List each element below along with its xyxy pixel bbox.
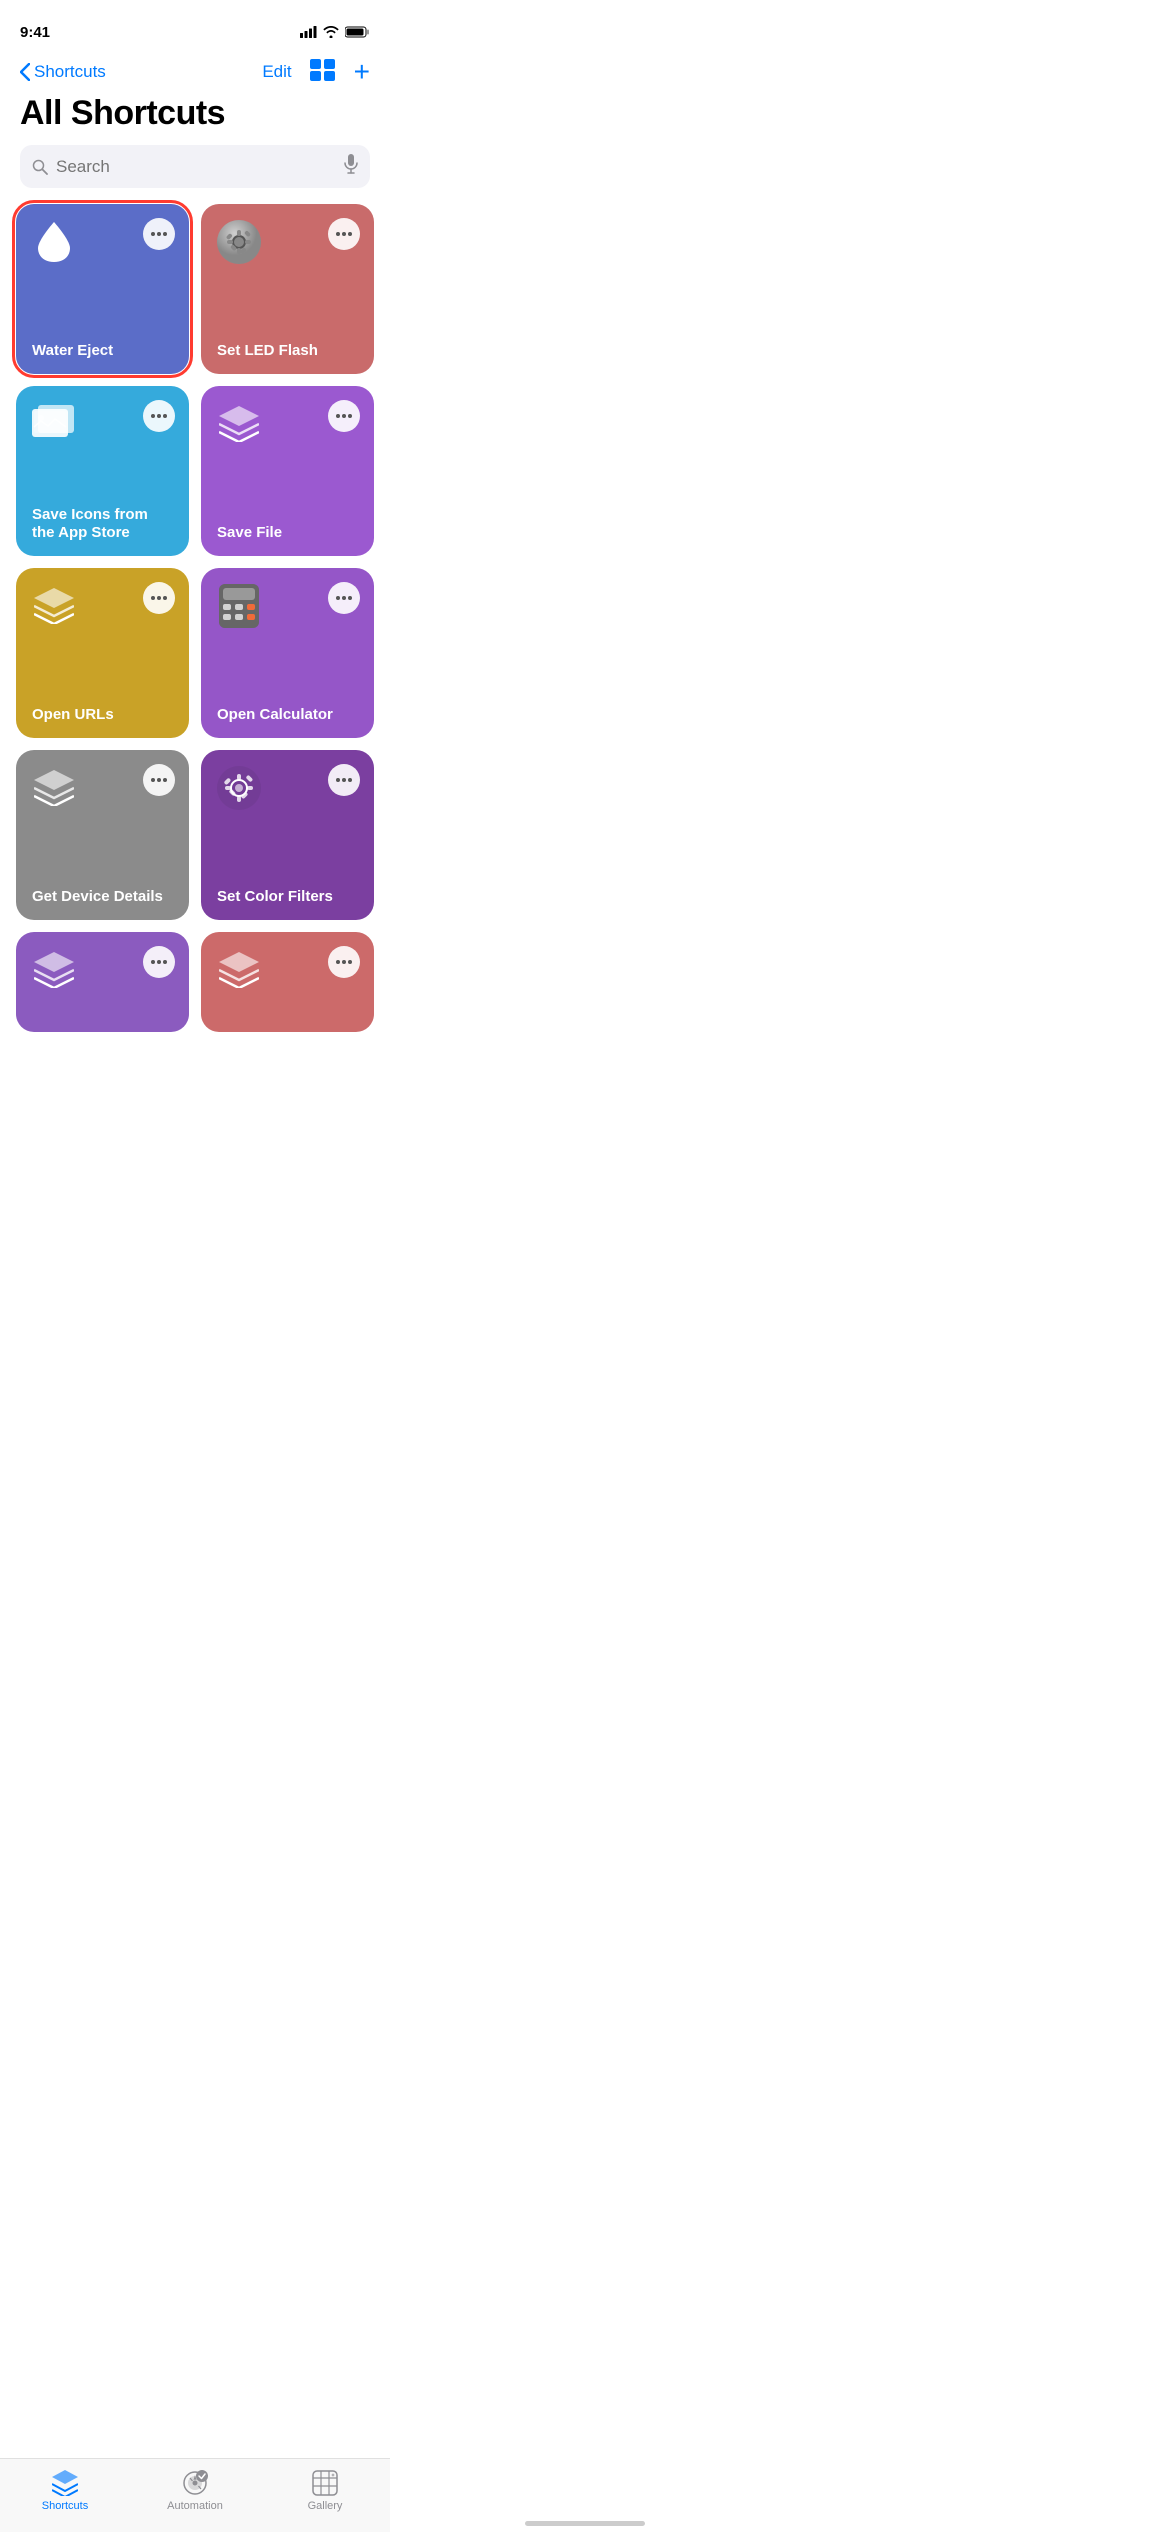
card-top bbox=[30, 946, 175, 994]
shortcut-card-9[interactable] bbox=[16, 932, 189, 1032]
shortcut-card-open-urls[interactable]: Open URLs bbox=[16, 568, 189, 738]
shortcut-name-set-led-flash: Set LED Flash bbox=[215, 342, 360, 360]
shortcuts-tab-icon bbox=[52, 2470, 78, 2496]
gallery-tab-label: Gallery bbox=[308, 2500, 343, 2512]
chevron-left-icon bbox=[20, 63, 30, 81]
nav-actions: Edit + bbox=[262, 58, 370, 86]
shortcut-name-set-color-filters: Set Color Filters bbox=[215, 888, 360, 906]
layers-icon-5 bbox=[215, 946, 263, 994]
grid-icon bbox=[310, 59, 336, 81]
search-bar[interactable] bbox=[20, 145, 370, 188]
more-dots-icon bbox=[336, 596, 352, 600]
back-button[interactable]: Shortcuts bbox=[20, 62, 106, 82]
layers-icon-3 bbox=[30, 764, 78, 812]
water-drop-icon bbox=[30, 218, 78, 266]
status-time: 9:41 bbox=[20, 24, 50, 41]
photo-frame-icon bbox=[30, 400, 78, 448]
mic-button[interactable] bbox=[344, 154, 358, 179]
more-dots-icon bbox=[336, 232, 352, 236]
nav-bar: Shortcuts Edit + bbox=[0, 50, 390, 90]
more-button-set-color-filters[interactable] bbox=[328, 764, 360, 796]
search-container bbox=[0, 145, 390, 204]
shortcut-name-save-file: Save File bbox=[215, 524, 360, 542]
card-top bbox=[215, 582, 360, 630]
card-top bbox=[215, 946, 360, 994]
tab-gallery[interactable]: Gallery bbox=[285, 2469, 365, 2512]
search-input[interactable] bbox=[56, 157, 336, 177]
shortcut-card-set-led-flash[interactable]: Set LED Flash bbox=[201, 204, 374, 374]
more-button-save-icons[interactable] bbox=[143, 400, 175, 432]
page-title: All Shortcuts bbox=[20, 94, 370, 133]
more-dots-icon bbox=[151, 414, 167, 418]
more-dots-icon bbox=[336, 778, 352, 782]
card-top bbox=[215, 764, 360, 812]
tab-automation[interactable]: Automation bbox=[155, 2469, 235, 2512]
shortcut-name-water-eject: Water Eject bbox=[30, 342, 175, 360]
home-indicator bbox=[525, 2521, 645, 2526]
more-dots-icon bbox=[151, 778, 167, 782]
gallery-tab-icon bbox=[312, 2470, 338, 2496]
more-dots-icon bbox=[336, 960, 352, 964]
card-top bbox=[30, 400, 175, 448]
tab-shortcuts[interactable]: Shortcuts bbox=[25, 2469, 105, 2512]
card-top bbox=[30, 218, 175, 266]
shortcut-card-10[interactable] bbox=[201, 932, 374, 1032]
settings-gear-icon-2 bbox=[215, 764, 263, 812]
automation-tab-icon bbox=[182, 2470, 208, 2496]
grid-view-button[interactable] bbox=[310, 59, 336, 86]
automation-tab-icon-wrap bbox=[181, 2469, 209, 2497]
battery-icon bbox=[345, 26, 370, 38]
shortcut-name-get-device-details: Get Device Details bbox=[30, 888, 175, 906]
shortcuts-tab-label: Shortcuts bbox=[42, 2500, 88, 2512]
more-button-open-urls[interactable] bbox=[143, 582, 175, 614]
card-top bbox=[215, 218, 360, 266]
more-dots-icon bbox=[336, 414, 352, 418]
status-icons bbox=[300, 26, 370, 38]
more-dots-icon bbox=[151, 232, 167, 236]
shortcut-name-open-urls: Open URLs bbox=[30, 706, 175, 724]
shortcut-card-set-color-filters[interactable]: Set Color Filters bbox=[201, 750, 374, 920]
more-button-9[interactable] bbox=[143, 946, 175, 978]
tab-bar: Shortcuts Automation bbox=[0, 2458, 390, 2532]
add-button[interactable]: + bbox=[354, 58, 370, 86]
shortcut-card-open-calculator[interactable]: Open Calculator bbox=[201, 568, 374, 738]
shortcut-card-save-file[interactable]: Save File bbox=[201, 386, 374, 556]
layers-icon-4 bbox=[30, 946, 78, 994]
wifi-icon bbox=[323, 26, 339, 38]
more-button-get-device-details[interactable] bbox=[143, 764, 175, 796]
shortcuts-tab-icon-wrap bbox=[51, 2469, 79, 2497]
status-bar: 9:41 bbox=[0, 0, 390, 50]
more-button-water-eject[interactable] bbox=[143, 218, 175, 250]
back-label: Shortcuts bbox=[34, 62, 106, 82]
more-button-10[interactable] bbox=[328, 946, 360, 978]
automation-tab-label: Automation bbox=[167, 2500, 223, 2512]
shortcut-card-water-eject[interactable]: Water Eject bbox=[16, 204, 189, 374]
gallery-tab-icon-wrap bbox=[311, 2469, 339, 2497]
settings-gear-icon bbox=[215, 218, 263, 266]
layers-icon-2 bbox=[30, 582, 78, 630]
signal-icon bbox=[300, 26, 317, 38]
shortcuts-grid: Water Eject bbox=[0, 204, 390, 1112]
more-button-set-led-flash[interactable] bbox=[328, 218, 360, 250]
card-top bbox=[215, 400, 360, 448]
more-button-open-calculator[interactable] bbox=[328, 582, 360, 614]
card-top bbox=[30, 582, 175, 630]
more-dots-icon bbox=[151, 960, 167, 964]
layers-icon bbox=[215, 400, 263, 448]
shortcut-name-open-calculator: Open Calculator bbox=[215, 706, 360, 724]
more-button-save-file[interactable] bbox=[328, 400, 360, 432]
calculator-icon bbox=[215, 582, 263, 630]
card-top bbox=[30, 764, 175, 812]
shortcut-card-save-icons[interactable]: Save Icons from the App Store bbox=[16, 386, 189, 556]
shortcut-name-save-icons: Save Icons from the App Store bbox=[30, 506, 175, 542]
mic-icon bbox=[344, 154, 358, 174]
shortcut-card-get-device-details[interactable]: Get Device Details bbox=[16, 750, 189, 920]
search-icon bbox=[32, 159, 48, 175]
edit-button[interactable]: Edit bbox=[262, 62, 291, 82]
page-title-section: All Shortcuts bbox=[0, 90, 390, 145]
more-dots-icon bbox=[151, 596, 167, 600]
